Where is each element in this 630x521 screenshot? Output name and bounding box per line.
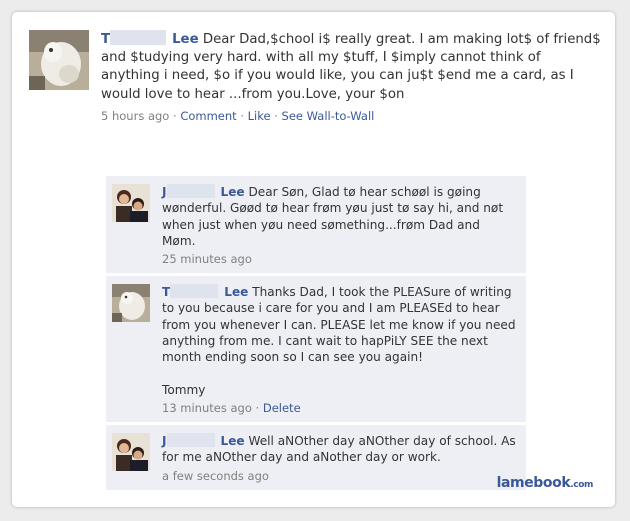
comment-avatar[interactable] [112,284,150,323]
lamebook-watermark: lamebook.com [496,475,594,491]
comment-avatar[interactable] [112,432,150,471]
delete-link[interactable]: Delete [263,401,301,415]
post-meta: 5 hours ago · Comment · Like · See Wall-… [101,108,375,123]
mascot-photo-icon [29,30,89,90]
wall-post-card: T Lee Dear Dad,$chool i$ really great. I … [12,12,615,507]
comment-item: T Lee Thanks Dad, I took the PLEASure of … [106,276,526,422]
comment-meta: 13 minutes ago · Delete [162,400,301,415]
redacted-name-block [166,184,215,198]
comment-item: J Lee Dear Søn, Glad tø hear schøøl is gø… [106,176,526,274]
mascot-photo-icon [112,284,150,323]
post-content: T Lee Dear Dad,$chool i$ really great. I … [101,30,601,124]
couple-photo-icon [112,184,150,222]
wall-to-wall-link[interactable]: See Wall-to-Wall [282,109,375,123]
comment-item: J Lee Well aNOther day aNOther day of sch… [106,424,526,490]
post-author-name[interactable]: T Lee [101,30,199,47]
profile-picture[interactable] [29,30,89,90]
comment-timestamp: a few seconds ago [162,468,269,483]
comment-timestamp: 25 minutes ago [162,252,252,267]
redacted-name-block [110,30,167,45]
comment-author-name[interactable]: J Lee [162,184,245,199]
redacted-name-block [170,284,219,299]
comment-signature: Tommy [162,382,206,397]
comment-avatar[interactable] [112,184,150,222]
like-link[interactable]: Like [248,109,271,123]
comment-list: J Lee Dear Søn, Glad tø hear schøøl is gø… [106,176,526,493]
couple-photo-icon [112,432,150,471]
post-timestamp: 5 hours ago [101,108,170,123]
comment-author-name[interactable]: J Lee [162,432,245,448]
comment-timestamp: 13 minutes ago [162,400,252,415]
comment-link[interactable]: Comment [180,109,236,123]
comment-author-name[interactable]: T Lee [162,284,248,299]
redacted-name-block [166,432,215,447]
